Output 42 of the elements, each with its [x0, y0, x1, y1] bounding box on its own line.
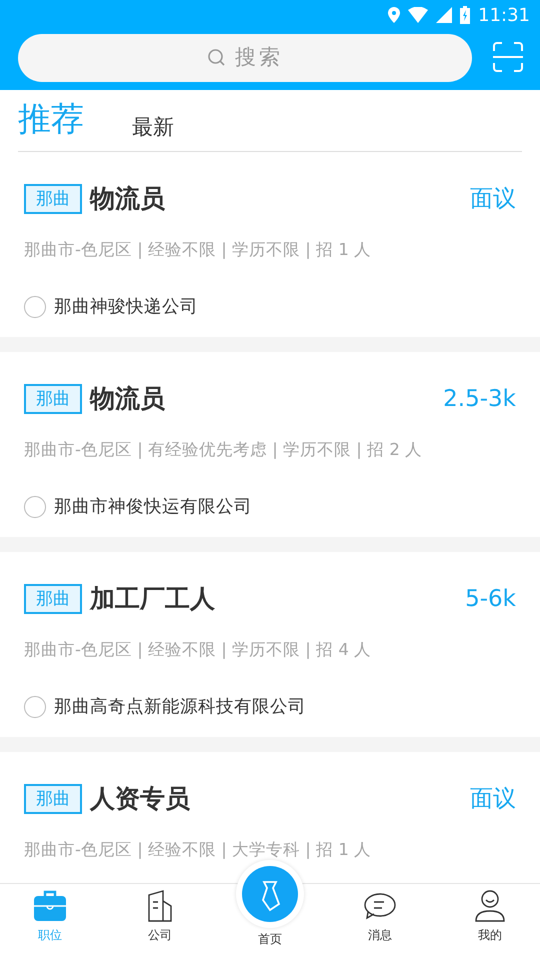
company-name: 那曲高奇点新能源科技有限公司	[54, 696, 306, 720]
region-tag: 那曲	[24, 184, 82, 214]
region-tag: 那曲	[24, 784, 82, 814]
company-name: 那曲市神俊快运有限公司	[54, 496, 252, 520]
company-logo-icon	[24, 696, 46, 718]
nav-tab[interactable]: 公司	[110, 884, 210, 960]
company-logo-icon	[24, 496, 46, 518]
job-title: 人资专员	[90, 783, 190, 815]
job-card[interactable]: 那曲 加工厂工人 5-6k 那曲市-色尼区 | 经验不限 | 学历不限 | 招 4 人 那曲高奇点新能源科技有限公司	[0, 552, 540, 737]
location-icon	[388, 7, 400, 23]
profile-icon	[473, 890, 507, 922]
job-details: 那曲市-色尼区 | 经验不限 | 大学专科 | 招 1 人	[24, 838, 372, 861]
company-name: 那曲神骏快递公司	[54, 296, 198, 320]
tab[interactable]: 最新	[132, 112, 174, 143]
briefcase-icon	[33, 890, 67, 922]
salary-text: 面议	[470, 184, 516, 214]
nav-tab[interactable]: 我的	[440, 884, 540, 960]
company-logo-icon	[24, 296, 46, 318]
job-details: 那曲市-色尼区 | 经验不限 | 学历不限 | 招 1 人	[24, 238, 372, 261]
nav-tab[interactable]: 消息	[330, 884, 430, 960]
tie-icon	[242, 866, 298, 922]
job-title: 物流员	[90, 383, 165, 415]
job-title: 加工厂工人	[90, 583, 215, 615]
home-button[interactable]	[236, 860, 304, 928]
salary-text: 面议	[470, 784, 516, 814]
job-title: 物流员	[90, 183, 165, 215]
job-details: 那曲市-色尼区 | 经验不限 | 学历不限 | 招 4 人	[24, 638, 372, 661]
scan-icon[interactable]	[492, 41, 524, 73]
wifi-icon	[408, 7, 428, 23]
salary-text: 2.5-3k	[443, 384, 516, 414]
job-card[interactable]: 那曲 人资专员 面议 那曲市-色尼区 | 经验不限 | 大学专科 | 招 1 人	[0, 752, 540, 883]
job-card[interactable]: 那曲 物流员 面议 那曲市-色尼区 | 经验不限 | 学历不限 | 招 1 人 那曲神骏快递公司	[0, 152, 540, 337]
salary-text: 5-6k	[465, 584, 516, 614]
nav-tab[interactable]: 首页	[240, 930, 300, 952]
battery-icon	[460, 6, 470, 24]
search-icon	[207, 48, 227, 68]
job-details: 那曲市-色尼区 | 有经验优先考虑 | 学历不限 | 招 2 人	[24, 438, 424, 461]
status-time: 11:31	[478, 4, 530, 28]
signal-icon	[436, 7, 452, 23]
region-tag: 那曲	[24, 384, 82, 414]
job-card[interactable]: 那曲 物流员 2.5-3k 那曲市-色尼区 | 有经验优先考虑 | 学历不限 | 招 2 人 那曲市神俊快运有限公司	[0, 352, 540, 537]
region-tag: 那曲	[24, 584, 82, 614]
